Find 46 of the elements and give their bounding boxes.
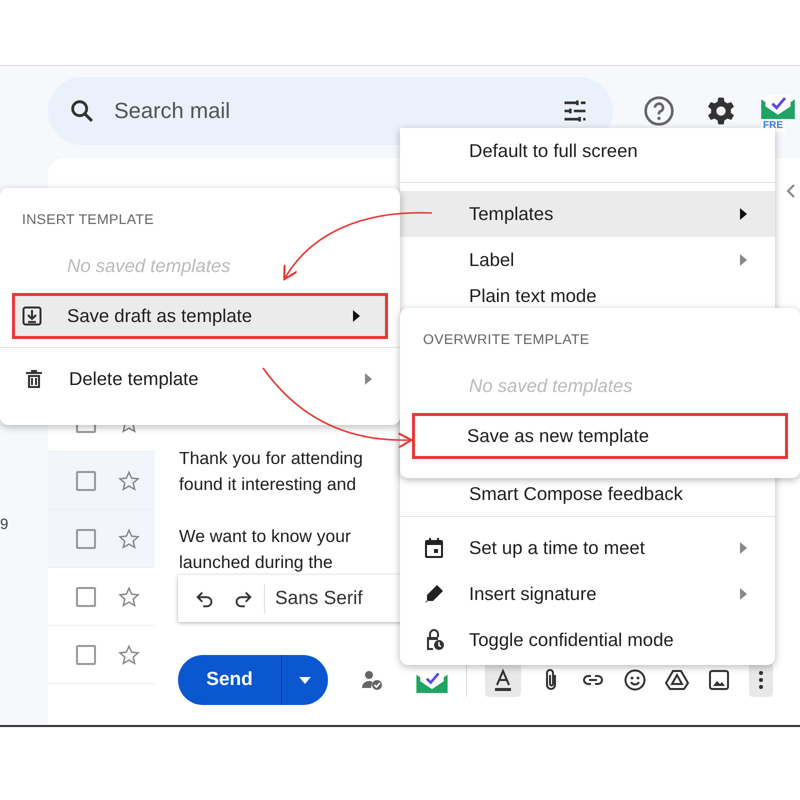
help-icon[interactable] [643,95,675,127]
menu-item[interactable]: Save as new template [412,413,788,459]
body-text: found it interesting and [179,473,356,496]
drive-icon[interactable] [665,668,689,692]
menu-item[interactable]: Delete template [0,356,400,402]
menu-item[interactable]: Toggle confidential mode [400,617,775,663]
more-options-button[interactable] [749,663,773,697]
checkbox[interactable] [76,586,96,606]
download-box-icon [20,304,44,328]
star-icon[interactable] [118,470,140,492]
calendar-icon [422,536,446,560]
menu-item[interactable]: Label [400,237,775,283]
empty-message: No saved templates [67,255,231,277]
send-button[interactable]: Send [178,655,282,705]
pen-icon [422,582,446,606]
unread-count: 9 [0,516,10,533]
star-icon[interactable] [118,644,140,666]
menu-heading: INSERT TEMPLATE [21,210,155,227]
menu-item[interactable]: Smart Compose feedback [400,480,775,508]
send-options-button[interactable] [282,655,328,705]
menu-item[interactable]: Plain text mode [400,283,775,308]
checkbox[interactable] [76,470,96,490]
checkbox[interactable] [76,528,96,548]
settings-icon[interactable] [705,95,737,127]
menu-heading: OVERWRITE TEMPLATE [422,330,590,347]
caret-icon [299,676,311,684]
menu-item[interactable]: Insert signature [400,571,775,617]
body-text: launched during the [179,551,333,574]
font-selector[interactable]: Sans Serif [275,588,363,610]
emoji-icon[interactable] [623,668,647,692]
more-vertical-icon [759,671,763,689]
body-text: Thank you for attending [179,447,363,470]
empty-message: No saved templates [469,375,633,397]
checkbox[interactable] [76,644,96,664]
menu-item[interactable]: Templates [400,191,775,237]
body-text: We want to know your [179,525,351,548]
person-check-icon[interactable] [360,668,384,692]
chevron-left-icon[interactable] [786,183,796,199]
search-bar[interactable]: Search mail [48,77,613,145]
photo-icon[interactable] [707,668,731,692]
search-field[interactable]: Search mail [112,97,545,125]
star-icon[interactable] [118,528,140,550]
text-format-button[interactable] [485,663,521,697]
star-icon[interactable] [118,586,140,608]
menu-item[interactable]: Save draft as template [12,293,388,339]
menu-item[interactable]: Set up a time to meet [400,525,775,571]
